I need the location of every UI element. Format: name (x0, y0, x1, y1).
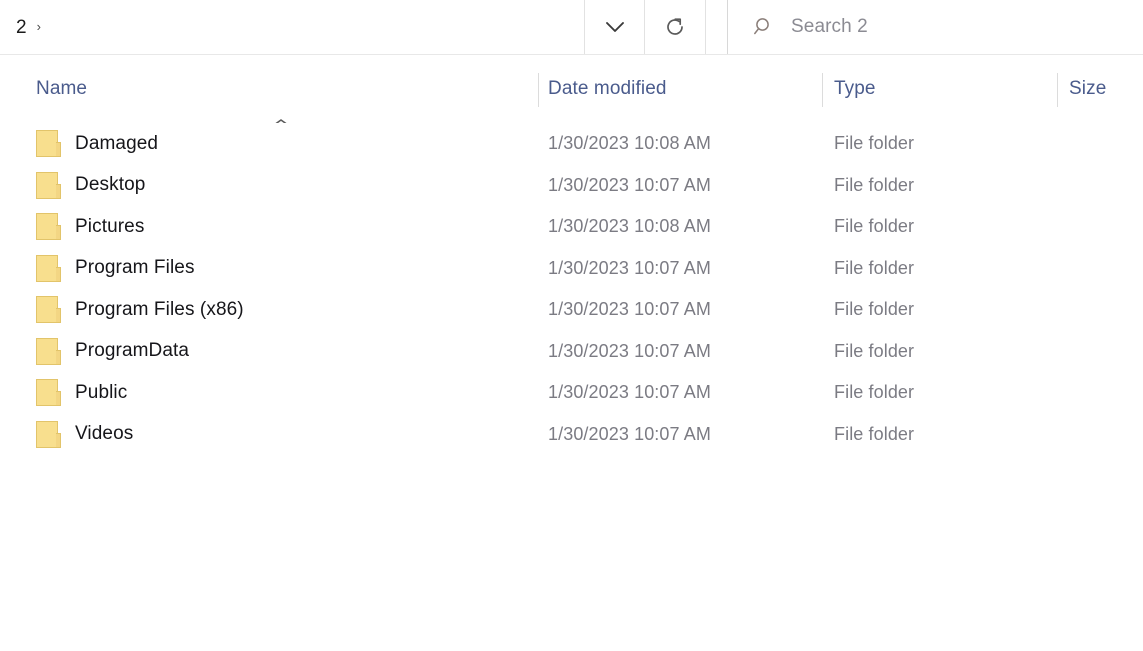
file-date-modified-cell: 1/30/2023 10:07 AM (548, 299, 711, 320)
file-name-label: Pictures (75, 215, 145, 237)
file-row[interactable]: Program Files 1/30/2023 10:07 AM File fold… (0, 248, 1143, 290)
folder-icon (36, 296, 61, 324)
file-type-cell: File folder (834, 423, 915, 444)
file-name-cell[interactable]: Program Files (36, 248, 536, 290)
file-type-cell: File folder (834, 340, 915, 361)
file-name-cell[interactable]: Pictures (36, 206, 536, 248)
refresh-icon (664, 16, 686, 38)
file-row[interactable]: Damaged 1/30/2023 10:08 AM File folder (0, 123, 1143, 165)
file-size-cell (1069, 248, 1139, 290)
file-row[interactable]: Pictures 1/30/2023 10:08 AM File folder (0, 206, 1143, 248)
column-header-size[interactable]: Size (1069, 55, 1139, 123)
breadcrumb-item-2[interactable]: 2 (16, 18, 27, 37)
file-size-cell (1069, 331, 1139, 373)
file-date-modified-cell: 1/30/2023 10:07 AM (548, 174, 711, 195)
file-row[interactable]: Videos 1/30/2023 10:07 AM File folder (0, 414, 1143, 456)
folder-icon (36, 213, 61, 241)
file-date-modified-cell: 1/30/2023 10:07 AM (548, 340, 711, 361)
file-row[interactable]: Desktop 1/30/2023 10:07 AM File folder (0, 165, 1143, 207)
column-header-type[interactable]: Type (834, 55, 1049, 123)
file-name-cell[interactable]: Damaged (36, 123, 536, 165)
column-header-name[interactable]: Name (36, 55, 536, 123)
file-name-label: Public (75, 381, 128, 403)
file-name-cell[interactable]: Public (36, 372, 536, 414)
file-row[interactable]: Public 1/30/2023 10:07 AM File folder (0, 372, 1143, 414)
search-box[interactable]: Search 2 (727, 0, 1143, 54)
file-name-cell[interactable]: Program Files (x86) (36, 289, 536, 331)
folder-icon (36, 171, 61, 199)
file-type-cell: File folder (834, 174, 915, 195)
folder-icon (36, 379, 61, 407)
column-divider[interactable] (1057, 73, 1058, 107)
chevron-down-icon (604, 20, 626, 34)
file-name-label: Damaged (75, 132, 159, 154)
folder-icon (36, 254, 61, 282)
file-date-modified-cell: 1/30/2023 10:07 AM (548, 382, 711, 403)
column-header-row: Name Date modified Type Size (0, 55, 1143, 126)
column-divider[interactable] (822, 73, 823, 107)
file-type-cell: File folder (834, 299, 915, 320)
file-name-cell[interactable]: ProgramData (36, 331, 536, 373)
file-size-cell (1069, 372, 1139, 414)
chevron-right-icon[interactable]: › (37, 20, 41, 33)
column-divider[interactable] (538, 73, 539, 107)
file-date-modified-cell: 1/30/2023 10:08 AM (548, 216, 711, 237)
file-type-cell: File folder (834, 133, 915, 154)
file-name-label: Desktop (75, 174, 146, 196)
breadcrumb[interactable]: 2 › (0, 0, 600, 54)
file-type-cell: File folder (834, 382, 915, 403)
folder-icon (36, 337, 61, 365)
file-row[interactable]: Program Files (x86) 1/30/2023 10:07 AM Fil… (0, 289, 1143, 331)
file-type-cell: File folder (834, 257, 915, 278)
file-size-cell (1069, 289, 1139, 331)
search-icon (753, 16, 775, 38)
file-date-modified-cell: 1/30/2023 10:07 AM (548, 423, 711, 444)
file-size-cell (1069, 206, 1139, 248)
file-size-cell (1069, 165, 1139, 207)
file-date-modified-cell: 1/30/2023 10:08 AM (548, 133, 711, 154)
file-list[interactable]: Damaged 1/30/2023 10:08 AM File folder Desk… (0, 123, 1143, 651)
refresh-button[interactable] (644, 0, 706, 54)
file-name-label: Videos (75, 423, 134, 445)
file-name-label: Program Files (75, 257, 195, 279)
column-header-date-modified[interactable]: Date modified (548, 55, 818, 123)
file-date-modified-cell: 1/30/2023 10:07 AM (548, 257, 711, 278)
file-size-cell (1069, 414, 1139, 456)
file-name-cell[interactable]: Videos (36, 414, 536, 456)
file-type-cell: File folder (834, 216, 915, 237)
path-dropdown-button[interactable] (584, 0, 644, 54)
file-name-label: Program Files (x86) (75, 298, 244, 320)
search-input[interactable]: Search 2 (791, 16, 868, 38)
file-size-cell (1069, 123, 1139, 165)
file-row[interactable]: ProgramData 1/30/2023 10:07 AM File folder (0, 331, 1143, 373)
folder-icon (36, 420, 61, 448)
file-name-label: ProgramData (75, 340, 190, 362)
folder-icon (36, 130, 61, 158)
address-bar: 2 › Search 2 (0, 0, 1143, 55)
file-name-cell[interactable]: Desktop (36, 165, 536, 207)
